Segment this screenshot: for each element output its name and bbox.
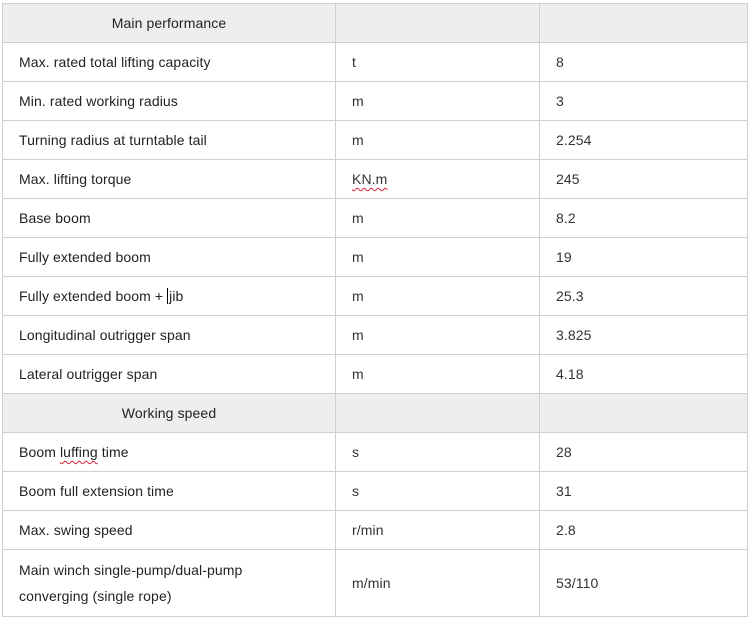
param-unit: t	[335, 42, 540, 82]
param-unit: s	[335, 471, 540, 511]
param-name-part: Boom	[19, 444, 60, 460]
table-row: Fully extended boom + jib m 25.3	[2, 276, 748, 316]
section-empty-cell	[335, 3, 540, 43]
specification-table: Main performance Max. rated total liftin…	[2, 3, 748, 617]
table-row: Boom full extension time s 31	[2, 471, 748, 511]
param-name-part: Fully extended boom +	[19, 288, 168, 304]
param-name: Turning radius at turntable tail	[2, 120, 336, 160]
param-value: 2.254	[539, 120, 748, 160]
param-name: Lateral outrigger span	[2, 354, 336, 394]
param-value: 2.8	[539, 510, 748, 550]
spellcheck-underlined-text: luffing	[59, 444, 98, 460]
param-name: Boom luffing time	[2, 432, 336, 472]
param-value: 3	[539, 81, 748, 121]
param-name: Longitudinal outrigger span	[2, 315, 336, 355]
param-value: 245	[539, 159, 748, 199]
param-value: 8	[539, 42, 748, 82]
param-name: Main winch single-pump/dual-pump convergi…	[2, 549, 336, 617]
spellcheck-underlined-text: KN.m	[352, 171, 388, 187]
param-name: Max. rated total lifting capacity	[2, 42, 336, 82]
table-row: Lateral outrigger span m 4.18	[2, 354, 748, 394]
param-name: Boom full extension time	[2, 471, 336, 511]
section-header-row: Working speed	[2, 393, 748, 433]
param-value: 4.18	[539, 354, 748, 394]
table-row: Boom luffing time s 28	[2, 432, 748, 472]
param-unit: m	[335, 198, 540, 238]
text-cursor	[167, 288, 169, 304]
param-name[interactable]: Fully extended boom + jib	[2, 276, 336, 316]
param-unit: m	[335, 120, 540, 160]
param-name: Fully extended boom	[2, 237, 336, 277]
param-value: 53/110	[539, 549, 748, 617]
param-unit: KN.m	[335, 159, 540, 199]
section-empty-cell	[539, 3, 748, 43]
param-value: 31	[539, 471, 748, 511]
table-row: Base boom m 8.2	[2, 198, 748, 238]
param-value: 25.3	[539, 276, 748, 316]
param-value: 19	[539, 237, 748, 277]
param-name-line: converging (single rope)	[19, 588, 172, 604]
section-title: Working speed	[2, 393, 336, 433]
param-unit: m/min	[335, 549, 540, 617]
section-title: Main performance	[2, 3, 336, 43]
param-name-line: Main winch single-pump/dual-pump	[19, 562, 243, 578]
section-empty-cell	[539, 393, 748, 433]
param-name-part: time	[97, 444, 129, 460]
param-unit: s	[335, 432, 540, 472]
section-header-row: Main performance	[2, 3, 748, 43]
param-unit: m	[335, 315, 540, 355]
param-unit: m	[335, 276, 540, 316]
param-unit: m	[335, 354, 540, 394]
table-row: Main winch single-pump/dual-pump convergi…	[2, 549, 748, 617]
table-row: Min. rated working radius m 3	[2, 81, 748, 121]
param-unit: m	[335, 81, 540, 121]
table-row: Fully extended boom m 19	[2, 237, 748, 277]
param-value: 28	[539, 432, 748, 472]
param-unit: r/min	[335, 510, 540, 550]
param-value: 3.825	[539, 315, 748, 355]
param-name: Max. lifting torque	[2, 159, 336, 199]
table-row: Longitudinal outrigger span m 3.825	[2, 315, 748, 355]
section-empty-cell	[335, 393, 540, 433]
param-name-part: jib	[169, 288, 184, 304]
param-name: Base boom	[2, 198, 336, 238]
table-row: Max. rated total lifting capacity t 8	[2, 42, 748, 82]
table-row: Turning radius at turntable tail m 2.254	[2, 120, 748, 160]
param-name: Min. rated working radius	[2, 81, 336, 121]
table-row: Max. lifting torque KN.m 245	[2, 159, 748, 199]
param-value: 8.2	[539, 198, 748, 238]
table-row: Max. swing speed r/min 2.8	[2, 510, 748, 550]
param-unit: m	[335, 237, 540, 277]
param-name: Max. swing speed	[2, 510, 336, 550]
